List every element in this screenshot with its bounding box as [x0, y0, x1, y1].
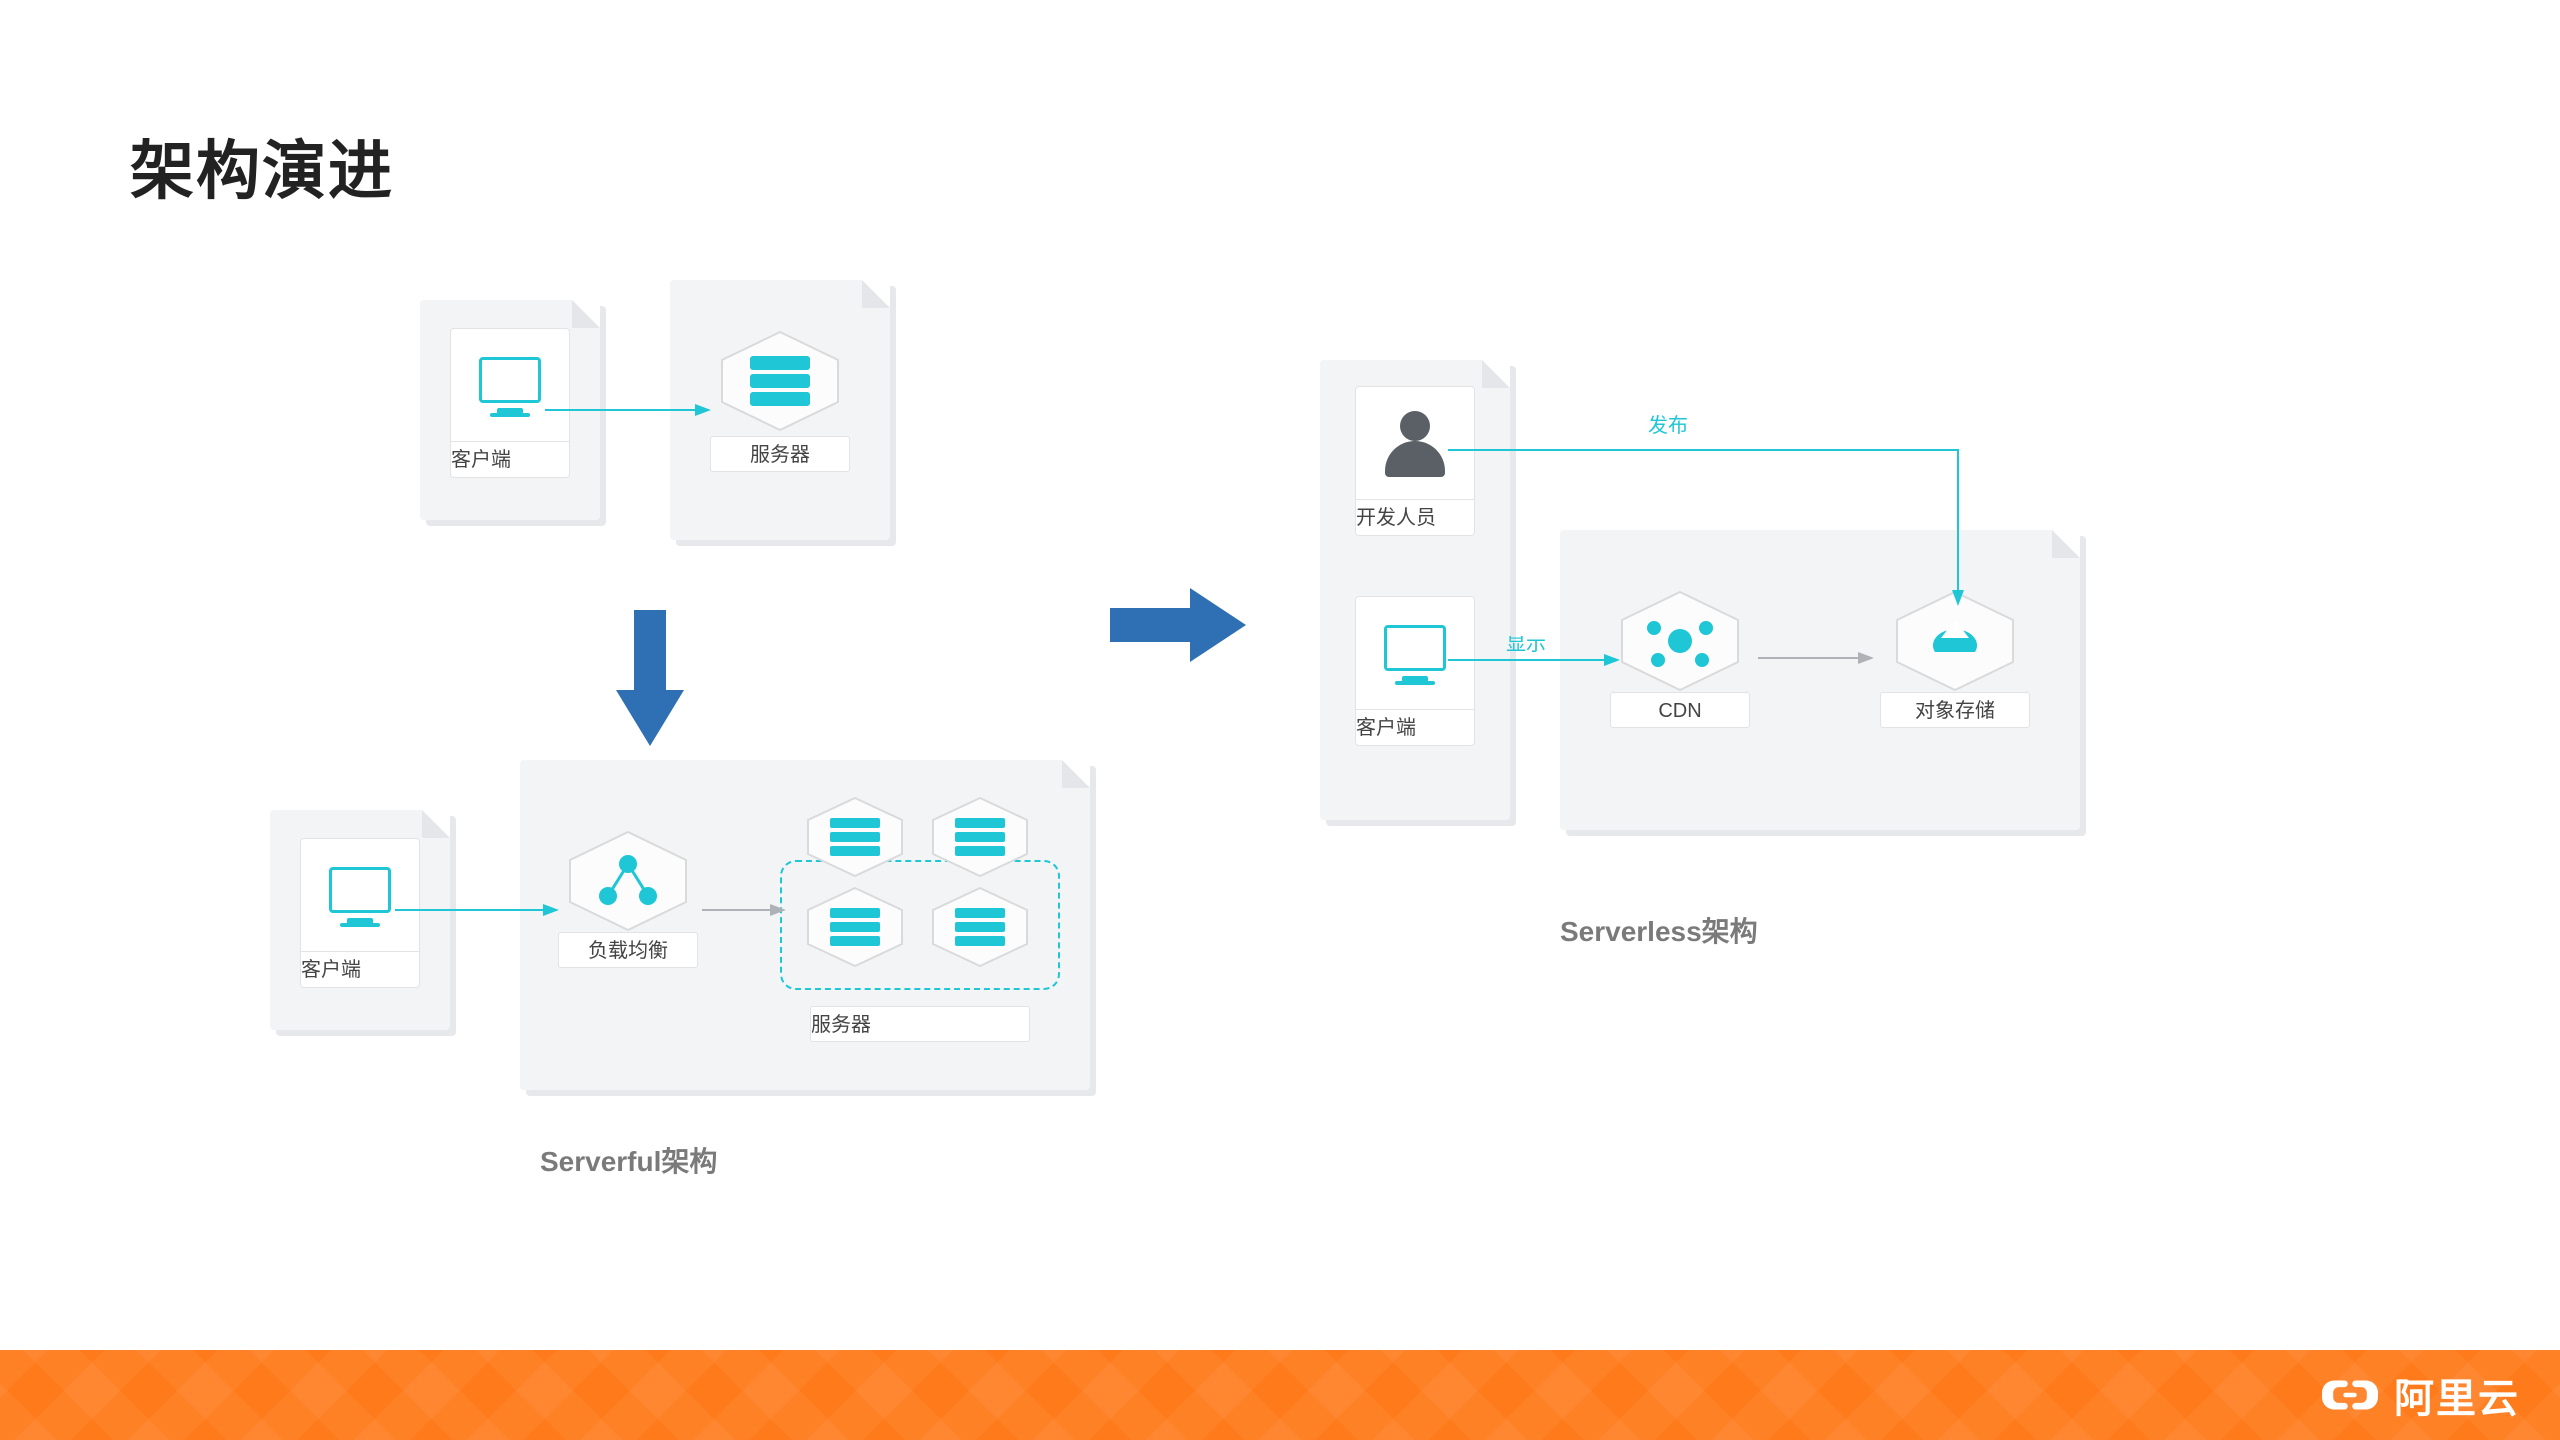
evolution-arrow-right: [1110, 580, 1250, 670]
node-lb: 负载均衡: [548, 810, 708, 968]
server-farm-icons: [790, 782, 1050, 982]
edge-label-publish: 发布: [1648, 414, 1688, 437]
card-client-top: 客户端: [420, 300, 600, 520]
server-icon: [710, 326, 850, 436]
node-server: 服务器: [670, 310, 890, 472]
tile-server-group: 服务器: [810, 1006, 1030, 1042]
card-client-bottom: 客户端: [270, 810, 450, 1030]
serverless-label: Serverless架构: [1560, 910, 1758, 950]
label-client: 客户端: [451, 441, 569, 477]
brand-text: 阿里云: [2394, 1366, 2520, 1424]
arrow-cdn-oss: [1758, 648, 1878, 668]
label-server-group: 服务器: [810, 1006, 1030, 1042]
storage-icon: [1885, 586, 2025, 696]
aliyun-logo-icon: [2322, 1367, 2378, 1423]
card-actors: 开发人员 客户端: [1320, 360, 1510, 820]
tile-client-top: 客户端: [450, 328, 570, 478]
label-client-3: 客户端: [1356, 709, 1474, 745]
tile-client-bottom: 客户端: [300, 838, 420, 988]
label-server: 服务器: [710, 436, 850, 472]
card-server-top: 服务器: [670, 280, 890, 540]
node-cdn: CDN: [1600, 570, 1760, 728]
slide: 架构演进 客户端 服务器: [0, 0, 2560, 1440]
label-dev: 开发人员: [1356, 499, 1474, 535]
evolution-arrow-down: [610, 610, 690, 750]
footer-bar: 阿里云: [0, 1350, 2560, 1440]
edge-label-display: 显示: [1506, 636, 1546, 655]
label-cdn: CDN: [1610, 692, 1750, 728]
node-oss: 对象存储: [1870, 570, 2040, 728]
slide-title: 架构演进: [130, 120, 394, 212]
card-serverful-system: 负载均衡: [520, 760, 1090, 1090]
arrow-lb-servers: [702, 900, 788, 920]
cdn-icon: [1610, 586, 1750, 696]
brand: 阿里云: [2322, 1366, 2520, 1424]
tile-client-right: 客户端: [1355, 596, 1475, 746]
serverful-label: Serverful架构: [540, 1140, 717, 1180]
tile-server-top: 服务器: [710, 436, 850, 472]
tile-dev: 开发人员: [1355, 386, 1475, 536]
label-client-2: 客户端: [301, 951, 419, 987]
label-oss: 对象存储: [1880, 692, 2030, 728]
lb-icon: [558, 826, 698, 936]
card-serverless-system: CDN 对象存储: [1560, 530, 2080, 830]
label-lb: 负载均衡: [558, 932, 698, 968]
